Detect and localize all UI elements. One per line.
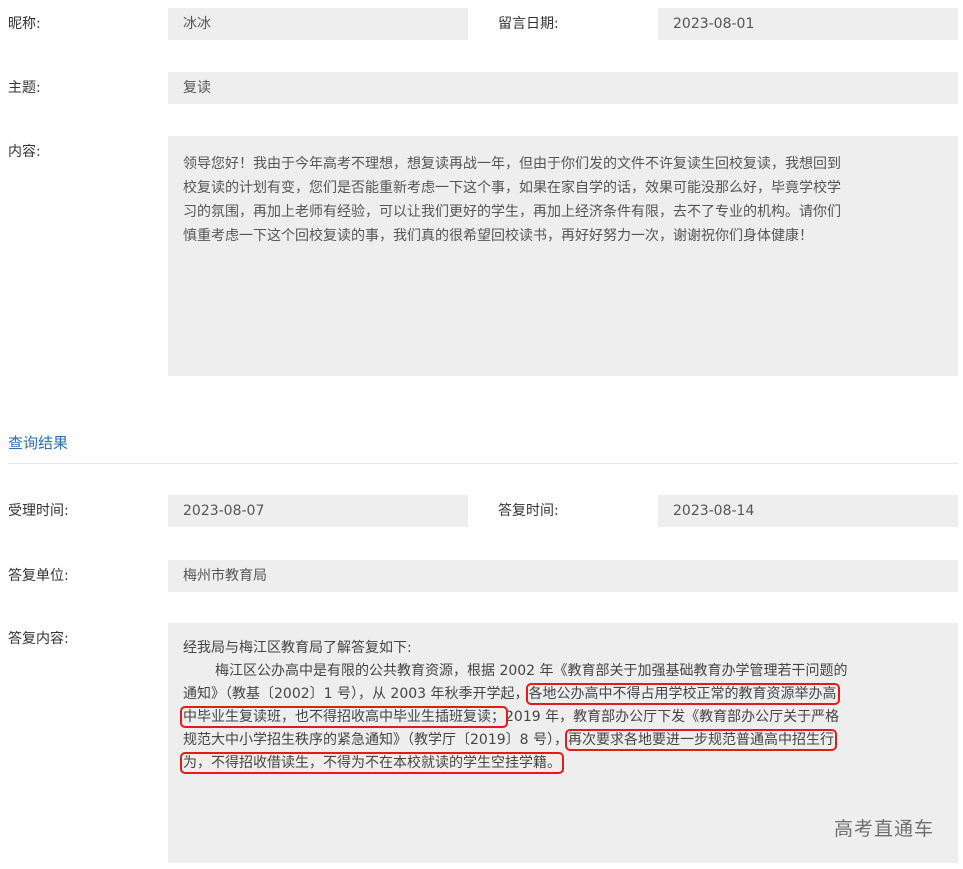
- reply-line: 为，不得招收借读生，不得为不在本校就读的学生空挂学籍。: [180, 752, 943, 775]
- date-label: 留言日期:: [498, 16, 559, 32]
- reply-line: 经我局与梅江区教育局了解答复如下:: [183, 637, 943, 660]
- reply-line: 通知》（教基〔2002〕1 号），从 2003 年秋季开学起，各地公办高中不得占…: [183, 683, 943, 706]
- accept-time-field: 2023-08-07: [168, 495, 468, 527]
- reply-line-text: 经我局与梅江区教育局了解答复如下:: [183, 640, 412, 656]
- nickname-field: 冰冰: [168, 8, 468, 40]
- content-line: 领导您好！我由于今年高考不理想，想复读再战一年，但由于你们发的文件不许复读生回校…: [183, 156, 841, 172]
- reply-content-label: 答复内容:: [8, 631, 69, 647]
- content-line: 慎重考虑一下这个回校复读的事，我们真的很希望回校读书，再好好努力一次，谢谢祝你们…: [183, 228, 813, 244]
- content-textarea: 领导您好！我由于今年高考不理想，想复读再战一年，但由于你们发的文件不许复读生回校…: [168, 136, 958, 376]
- reply-line: 梅江区公办高中是有限的公共教育资源，根据 2002 年《教育部关于加强基础教育办…: [183, 660, 943, 683]
- reply-unit-label: 答复单位:: [8, 568, 69, 584]
- reply-text: 经我局与梅江区教育局了解答复如下: 梅江区公办高中是有限的公共教育资源，根据 2…: [180, 637, 943, 775]
- subject-label: 主题:: [8, 80, 41, 96]
- subject-field: 复读: [168, 72, 958, 104]
- reply-line-text: 梅江区公办高中是有限的公共教育资源，根据 2002 年《教育部关于加强基础教育办…: [215, 663, 848, 679]
- reply-line-text: 规范大中小学招生秩序的紧急通知》（教学厅〔2019〕8 号），: [183, 732, 568, 748]
- content-label: 内容:: [8, 144, 41, 160]
- content-text: 领导您好！我由于今年高考不理想，想复读再战一年，但由于你们发的文件不许复读生回校…: [183, 152, 943, 248]
- reply-time-label: 答复时间:: [498, 503, 559, 519]
- highlighted-phrase: 各地公办高中不得占用学校正常的教育资源举办高: [525, 683, 840, 705]
- reply-line: 中毕业生复读班，也不得招收高中毕业生插班复读；2019 年，教育部办公厅下发《教…: [180, 706, 943, 729]
- reply-line-text: 2019 年，教育部办公厅下发《教育部办公厅关于严格: [505, 709, 840, 725]
- highlighted-phrase: 中毕业生复读班，也不得招收高中毕业生插班复读；: [180, 706, 508, 728]
- content-line: 校复读的计划有变，您们是否能重新考虑一下这个事，如果在家自学的话，效果可能没那么…: [183, 180, 841, 196]
- nickname-label: 昵称:: [8, 16, 41, 32]
- reply-unit-field: 梅州市教育局: [168, 560, 958, 592]
- content-line: 习的氛围，再加上老师有经验，可以让我们更好的学生，再加上经济条件有限，去不了专业…: [183, 204, 841, 220]
- highlighted-phrase: 再次要求各地要进一步规范普通高中招生行: [565, 729, 837, 751]
- reply-content-textarea: 经我局与梅江区教育局了解答复如下: 梅江区公办高中是有限的公共教育资源，根据 2…: [168, 623, 958, 863]
- highlighted-phrase: 为，不得招收借读生，不得为不在本校就读的学生空挂学籍。: [180, 752, 564, 774]
- message-detail-page: 昵称: 冰冰 留言日期: 2023-08-01 主题: 复读 内容: 领导您好！…: [0, 0, 963, 869]
- accept-time-label: 受理时间:: [8, 503, 69, 519]
- watermark: 高考直通车: [833, 818, 934, 840]
- reply-time-field: 2023-08-14: [658, 495, 958, 527]
- section-divider: [8, 463, 958, 464]
- reply-line-text: 通知》（教基〔2002〕1 号），从 2003 年秋季开学起，: [183, 686, 529, 702]
- reply-line: 规范大中小学招生秩序的紧急通知》（教学厅〔2019〕8 号），再次要求各地要进一…: [183, 729, 943, 752]
- query-result-section-title: 查询结果: [8, 434, 69, 452]
- date-field: 2023-08-01: [658, 8, 958, 40]
